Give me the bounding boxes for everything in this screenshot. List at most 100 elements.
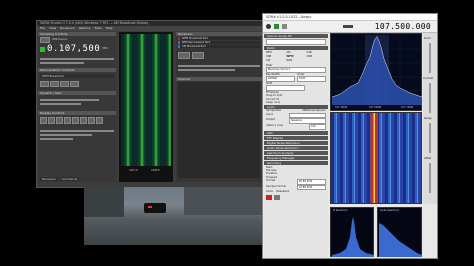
grid-icon[interactable] bbox=[64, 117, 71, 124]
spectrum-analyzer[interactable]: 107.300M 107.500M 107.700M bbox=[330, 33, 422, 111]
left-frequency-display[interactable]: 0.107,500 bbox=[47, 44, 100, 54]
spectrum-trace bbox=[332, 35, 422, 105]
source-header[interactable]: Source: Airspy R2 bbox=[264, 34, 328, 38]
audio-spectrum-panel[interactable]: Audio Spectrum bbox=[377, 207, 422, 257]
receiver-remove-button[interactable] bbox=[192, 52, 204, 59]
receivers-column: Receivers WFM Broadcast Rx1 NFM Narrowba… bbox=[176, 32, 262, 182]
mode-usb[interactable]: USB bbox=[266, 55, 285, 58]
zoom-out-icon[interactable] bbox=[48, 117, 55, 124]
volume-slider[interactable] bbox=[40, 103, 81, 105]
demod-mode-select[interactable]: WFM Broadcast bbox=[40, 74, 114, 78]
receiver-squelch-slider[interactable] bbox=[178, 69, 236, 71]
rec-audio-radio[interactable]: Audio bbox=[266, 190, 273, 193]
range-slider[interactable] bbox=[429, 123, 431, 153]
menu-view[interactable]: View bbox=[49, 26, 56, 31]
demod-button-4[interactable] bbox=[70, 81, 79, 87]
rec-baseband-radio[interactable]: Baseband bbox=[276, 190, 289, 193]
contrast-slider[interactable] bbox=[40, 130, 114, 132]
if-spectrum-trace bbox=[332, 217, 374, 257]
squelch-slider[interactable] bbox=[40, 99, 100, 101]
menu-receivers[interactable]: Receivers bbox=[60, 26, 75, 31]
volume-slider[interactable] bbox=[343, 25, 353, 28]
demod-button-1[interactable] bbox=[40, 81, 49, 87]
receiver-volume-slider[interactable] bbox=[178, 65, 260, 67]
mode-raw[interactable]: RAW bbox=[286, 59, 305, 62]
play-icon[interactable] bbox=[274, 24, 279, 29]
swap-iq-checkbox[interactable]: Swap I & Q bbox=[266, 101, 326, 104]
section-fft-display[interactable]: FFT Display bbox=[264, 135, 328, 140]
device-select-button[interactable] bbox=[40, 37, 50, 43]
latency-label: Latency (ms) bbox=[266, 124, 283, 128]
stop-icon[interactable] bbox=[274, 194, 280, 200]
spectrum-tick-2: 107.500M bbox=[369, 106, 381, 109]
offset-label: Offset bbox=[424, 157, 432, 160]
tab-receivers[interactable]: Receivers bbox=[40, 177, 58, 181]
menu-options[interactable]: Options bbox=[79, 26, 91, 31]
section-digital-noise[interactable]: Digital Noise Reduction bbox=[264, 140, 328, 145]
speed-slider[interactable] bbox=[40, 138, 74, 140]
offset-slider[interactable] bbox=[429, 163, 431, 193]
zoom-in-icon[interactable] bbox=[40, 117, 47, 124]
bandwidth-input[interactable]: 200000 bbox=[266, 76, 295, 82]
bottom-tabs: Receivers Commands bbox=[40, 177, 80, 181]
gear-icon[interactable] bbox=[266, 24, 271, 29]
demod-button-2[interactable] bbox=[50, 81, 59, 87]
mode-wfm[interactable]: WFM bbox=[286, 55, 305, 58]
device-label: SDR Device bbox=[52, 38, 68, 42]
peak-icon[interactable] bbox=[72, 117, 79, 124]
menu-file[interactable]: File bbox=[40, 26, 45, 31]
mode-cw[interactable]: CW bbox=[266, 59, 285, 62]
mode-grid: NFM AM LSB USB WFM DSB CW RAW bbox=[264, 50, 328, 64]
sdr-studio-window: SDR# Studio Cl 7.0.0 (x64) Windows 7 SP1… bbox=[36, 20, 263, 188]
section-agc[interactable]: AGC bbox=[264, 130, 328, 135]
menu-icon[interactable] bbox=[282, 24, 287, 29]
menu-help[interactable]: Help bbox=[106, 26, 113, 31]
latency-row: Latency (ms) 100 bbox=[266, 124, 326, 130]
source-select[interactable] bbox=[266, 39, 326, 45]
mode-lsb[interactable]: LSB bbox=[307, 51, 326, 54]
scanner-list-area[interactable] bbox=[178, 82, 260, 178]
receiver-item-2[interactable]: NFM Narrowband Rx2 bbox=[178, 41, 260, 44]
hold-icon[interactable] bbox=[88, 117, 95, 124]
frequency-row: 0.107,500 MHz bbox=[38, 44, 116, 54]
play-icon[interactable] bbox=[40, 46, 45, 52]
snapshot-icon[interactable] bbox=[96, 117, 103, 124]
mode-nfm[interactable]: NFM bbox=[266, 51, 285, 54]
left-waterfall-panel: 107.0 108.0 bbox=[119, 32, 173, 182]
settings-sidebar: Source: Airspy R2 Radio NFM AM LSB USB W… bbox=[264, 33, 328, 258]
audio-spectrum-label: Audio Spectrum bbox=[380, 209, 400, 212]
if-spectrum-panel[interactable]: IF Spectrum bbox=[330, 207, 374, 257]
right-window-title: SDR# v1.0.0.1432 - Airspy bbox=[263, 14, 437, 21]
sampling-sliders bbox=[38, 54, 116, 68]
video-vehicle-light bbox=[148, 206, 152, 208]
tab-commands[interactable]: Commands bbox=[59, 177, 80, 181]
if-spectrum-label: IF Spectrum bbox=[333, 209, 348, 212]
right-frequency-display[interactable]: 107.500.000 bbox=[375, 22, 431, 31]
right-waterfall[interactable] bbox=[330, 112, 422, 204]
record-icon[interactable] bbox=[266, 194, 272, 200]
brightness-slider[interactable] bbox=[40, 134, 92, 136]
zoom-slider[interactable] bbox=[429, 43, 431, 73]
average-icon[interactable] bbox=[80, 117, 87, 124]
menu-tools[interactable]: Tools bbox=[94, 26, 101, 31]
gain-slider[interactable] bbox=[40, 58, 114, 60]
receiver-item-3[interactable]: AM Broadcast Rx3 bbox=[178, 45, 260, 48]
section-frequency-manager[interactable]: Frequency Manager bbox=[264, 155, 328, 160]
video-vehicle bbox=[144, 203, 166, 213]
latency-input[interactable]: 100 bbox=[309, 124, 326, 130]
receiver-add-button[interactable] bbox=[178, 52, 190, 59]
receiver-item-1[interactable]: WFM Broadcast Rx1 bbox=[178, 37, 260, 40]
palette-icon[interactable] bbox=[56, 117, 63, 124]
contrast-slider[interactable] bbox=[429, 83, 431, 113]
mode-dsb[interactable]: DSB bbox=[307, 55, 326, 58]
range-label: Range bbox=[424, 117, 432, 120]
order-input[interactable]: 1000 bbox=[297, 76, 326, 82]
demod-button-3[interactable] bbox=[60, 81, 69, 87]
section-spectrum-analyzer[interactable]: Spectrum Analyzer bbox=[264, 150, 328, 155]
left-waterfall[interactable] bbox=[121, 34, 171, 166]
rate-slider[interactable] bbox=[40, 62, 85, 64]
video-building-right bbox=[184, 187, 262, 215]
mode-am[interactable]: AM bbox=[286, 51, 305, 54]
rec-sample-format-select[interactable]: 16 Bit PCM bbox=[297, 184, 326, 191]
section-audio-noise[interactable]: Audio Noise Reduction bbox=[264, 145, 328, 150]
